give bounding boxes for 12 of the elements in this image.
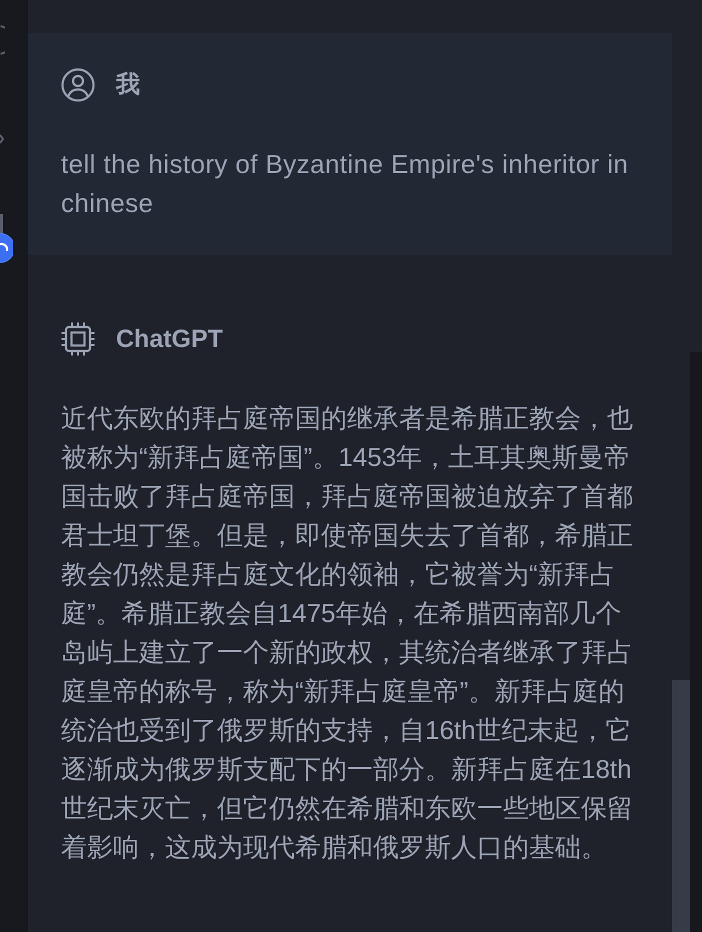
message-text: 近代东欧的拜占庭帝国的继承者是希腊正教会，也被称为“新拜占庭帝国”。1453年，土耳其奥斯曼帝国击败了拜占庭帝国，拜占庭帝国被迫放弃了首都君士坦丁堡。但是，即使帝国失去了首都，希腊正教会仍然是拜占庭文化的领袖，它被誉为“新拜占庭”。希腊正教会自1475年始，在希腊西南部几个岛屿上建立了一个新的政权，其统治者继承了拜占庭皇帝的称号，称为“新拜占庭皇帝”。新拜占庭的统治也受到了俄罗斯的支持，自16th世纪末起，它逐渐成为俄罗斯支配下的一部分。新拜占庭在18th世纪末灭亡，但它仍然在希腊和东欧一些地区保留着影响，这成为现代希腊和俄罗斯人口的基础。 — [61, 402, 634, 864]
scrollbar-thumb[interactable] — [672, 680, 690, 932]
ring-icon[interactable] — [0, 25, 5, 55]
badge-icon[interactable] — [0, 233, 13, 263]
author-name: 我 — [116, 70, 140, 100]
chevron-icon[interactable] — [0, 134, 4, 144]
person-circle-icon — [61, 68, 95, 102]
author-name: ChatGPT — [116, 324, 223, 354]
message-text: tell the history of Byzantine Empire's inheritor in chinese — [61, 148, 630, 220]
divider-line — [0, 214, 3, 234]
scrollbar-track[interactable] — [690, 0, 702, 932]
chip-icon — [61, 322, 95, 356]
